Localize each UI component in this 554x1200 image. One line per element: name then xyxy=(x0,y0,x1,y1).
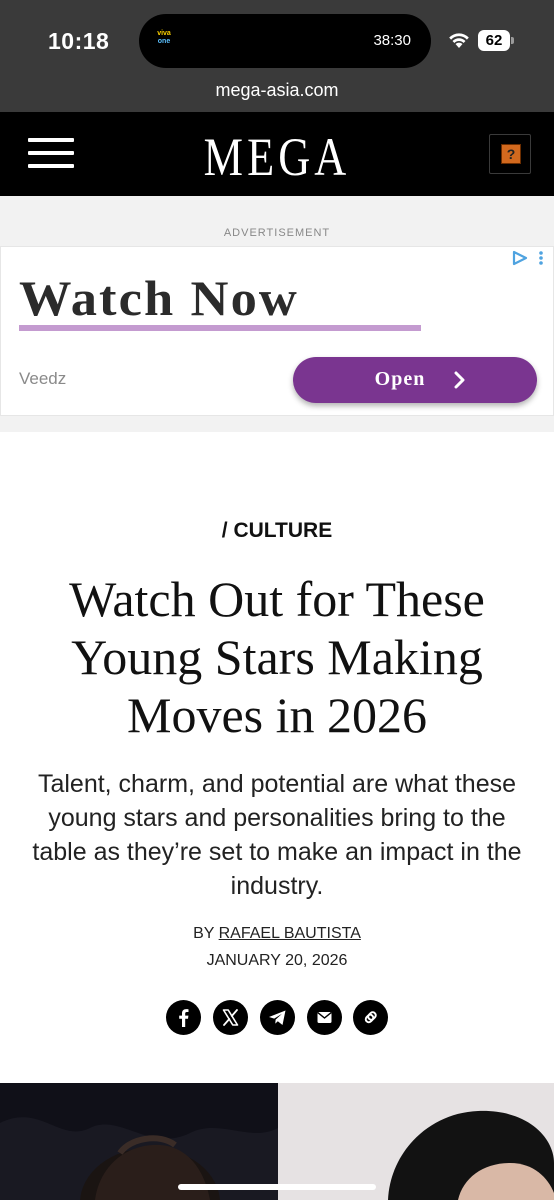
battery-tip xyxy=(511,37,514,44)
header-widget-button[interactable]: ? xyxy=(489,134,531,174)
battery-level: 62 xyxy=(478,30,510,51)
email-icon xyxy=(317,1012,332,1023)
island-timer: 38:30 xyxy=(373,32,411,49)
hero-image-left xyxy=(0,1083,278,1200)
share-bar xyxy=(166,1000,388,1036)
dynamic-island[interactable]: viva one 38:30 xyxy=(139,14,431,68)
ad-open-label: Open xyxy=(374,368,426,390)
link-icon xyxy=(364,1011,377,1024)
x-icon xyxy=(222,1009,239,1026)
site-header: MEGA ? xyxy=(0,112,554,196)
article-headline: Watch Out for These Young Stars Making M… xyxy=(69,571,485,743)
chevron-right-icon xyxy=(454,371,465,389)
category-link[interactable]: / CULTURE xyxy=(0,519,554,543)
island-app-label-top: viva xyxy=(157,30,171,37)
ad-headline: Watch Now xyxy=(19,270,299,326)
browser-chrome: 10:18 viva one 38:30 62 mega-asia.com xyxy=(0,0,554,112)
site-logo[interactable]: MEGA xyxy=(50,126,504,188)
hero-left-photo xyxy=(0,1083,278,1200)
battery-icon: 62 xyxy=(478,30,514,51)
status-time: 10:18 xyxy=(48,28,110,54)
ad-banner[interactable]: Watch Now Veedz Open xyxy=(0,246,554,416)
hero-right-photo xyxy=(278,1083,554,1200)
telegram-icon xyxy=(269,1010,286,1025)
article-dek: Talent, charm, and potential are what th… xyxy=(32,770,522,900)
adchoices-icon[interactable] xyxy=(511,249,545,267)
ad-underline xyxy=(19,325,421,331)
question-block-icon: ? xyxy=(501,144,521,164)
hero-image[interactable] xyxy=(0,1083,554,1200)
home-indicator[interactable] xyxy=(178,1184,376,1190)
byline: BY RAFAEL BAUTISTA xyxy=(0,925,554,943)
facebook-icon xyxy=(179,1009,189,1027)
ad-brand: Veedz xyxy=(19,369,67,388)
share-facebook-button[interactable] xyxy=(166,1000,201,1035)
ad-zone: ADVERTISEMENT Watch Now Veedz Open xyxy=(0,196,554,432)
share-email-button[interactable] xyxy=(307,1000,342,1035)
island-app-label-bottom: one xyxy=(157,38,171,45)
share-x-button[interactable] xyxy=(213,1000,248,1035)
share-copy-link-button[interactable] xyxy=(353,1000,388,1035)
publish-date: JANUARY 20, 2026 xyxy=(206,952,348,969)
address-bar[interactable]: mega-asia.com xyxy=(0,80,554,101)
ad-label: ADVERTISEMENT xyxy=(223,227,331,239)
share-telegram-button[interactable] xyxy=(260,1000,295,1035)
wifi-icon xyxy=(449,33,469,48)
ad-open-button[interactable]: Open xyxy=(293,357,537,403)
byline-prefix: BY xyxy=(193,925,215,942)
island-app-icon: viva one xyxy=(153,30,175,52)
hero-image-right xyxy=(278,1083,554,1200)
author-link[interactable]: RAFAEL BAUTISTA xyxy=(219,925,361,942)
